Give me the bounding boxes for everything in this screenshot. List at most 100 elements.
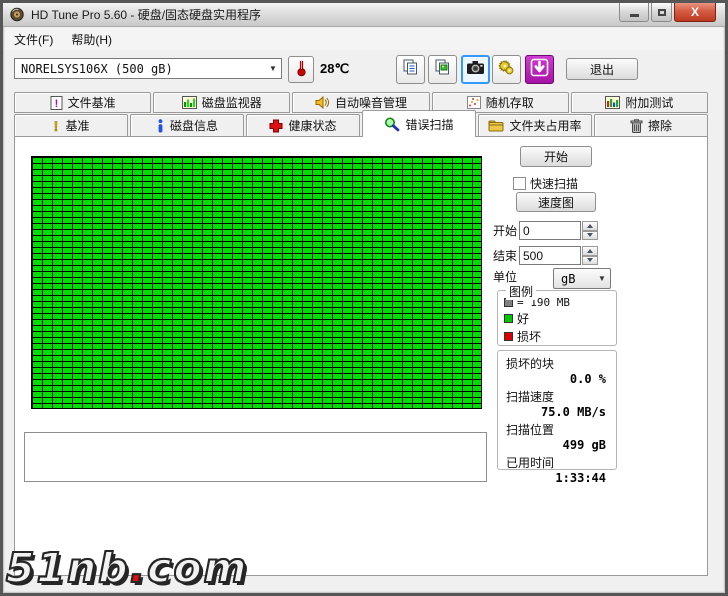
copy-image-icon <box>434 59 451 81</box>
thermometer-icon <box>296 58 307 82</box>
close-button[interactable]: X <box>674 3 716 22</box>
legend-item-good: 好 <box>498 309 616 327</box>
tab-label: 自动噪音管理 <box>335 94 407 111</box>
title-bar[interactable]: HD Tune Pro 5.60 - 硬盘/固态硬盘实用程序 X <box>3 3 725 27</box>
save-button[interactable] <box>525 55 554 84</box>
erase-trash-icon <box>630 119 643 133</box>
maximize-icon <box>658 9 666 16</box>
benchmark-icon: ! <box>52 119 60 133</box>
app-icon <box>9 7 25 22</box>
folder-usage-icon <box>488 119 504 132</box>
start-spin-up-button[interactable] <box>582 221 598 231</box>
error-scan-page: 开始 快速扫描 速度图 开始 结束 <box>14 136 708 576</box>
drive-select[interactable]: NORELSYS106X (500 gB) ▼ <box>14 58 282 79</box>
quick-scan-checkbox[interactable] <box>513 177 526 190</box>
unit-select[interactable]: gB ▼ <box>553 268 611 289</box>
tab-label: 擦除 <box>648 117 672 134</box>
save-download-icon <box>530 58 549 82</box>
tab-erase[interactable]: 擦除 <box>594 114 708 137</box>
extra-tests-icon <box>605 96 620 109</box>
scan-speed-value: 75.0 MB/s <box>498 405 616 419</box>
window-title: HD Tune Pro 5.60 - 硬盘/固态硬盘实用程序 <box>31 6 261 23</box>
tab-label: 文件基准 <box>68 94 116 111</box>
scan-block-map <box>31 156 482 409</box>
tab-disk-monitor[interactable]: 磁盘监视器 <box>153 92 290 113</box>
speed-map-button[interactable]: 速度图 <box>516 192 596 212</box>
tab-disk-info[interactable]: 磁盘信息 <box>130 114 244 137</box>
file-benchmark-icon: ! <box>50 96 63 110</box>
camera-icon <box>466 60 485 80</box>
tab-benchmark[interactable]: ! 基准 <box>14 114 128 137</box>
chevron-down-icon: ▼ <box>265 64 281 73</box>
legend-title: 图例 <box>506 283 536 300</box>
copy-text-icon <box>402 59 419 81</box>
spin-up-icon <box>587 224 593 228</box>
maximize-button[interactable] <box>651 3 672 22</box>
damaged-blocks-value: 0.0 % <box>498 372 616 386</box>
tab-row-2: ! 基准 磁盘信息 健康状态 错误扫描 文件夹占用率 擦除 <box>14 114 708 137</box>
chevron-down-icon: ▼ <box>594 274 610 283</box>
tab-folder-usage[interactable]: 文件夹占用率 <box>478 114 592 137</box>
start-position-input[interactable] <box>519 221 581 240</box>
damaged-swatch <box>504 332 513 341</box>
minimize-button[interactable] <box>619 3 649 22</box>
health-cross-icon <box>269 119 283 133</box>
scan-stats-group: 损坏的块 0.0 % 扫描速度 75.0 MB/s 扫描位置 499 gB 已用… <box>497 350 617 470</box>
watermark-dot: . <box>130 544 148 592</box>
tab-label: 磁盘信息 <box>170 117 218 134</box>
random-access-icon <box>467 96 481 109</box>
legend-group: 图例 = 190 MB 好 损坏 <box>497 290 617 346</box>
unit-select-value: gB <box>554 272 594 286</box>
disk-info-icon <box>156 119 165 133</box>
menu-file[interactable]: 文件(F) <box>5 28 62 51</box>
end-position-input[interactable] <box>519 246 581 265</box>
damaged-blocks-label: 损坏的块 <box>498 355 616 372</box>
start-position-label: 开始 <box>493 222 519 239</box>
options-button[interactable] <box>492 55 521 84</box>
tab-row-1: ! 文件基准 磁盘监视器 自动噪音管理 随机存取 附加测试 <box>14 92 708 113</box>
quick-scan-label: 快速扫描 <box>530 175 578 192</box>
tab-error-scan[interactable]: 错误扫描 <box>362 110 476 137</box>
svg-text:!: ! <box>54 98 58 110</box>
tab-label: 基准 <box>65 117 89 134</box>
spin-down-icon <box>587 233 593 237</box>
end-spin-down-button[interactable] <box>582 256 598 266</box>
start-scan-button[interactable]: 开始 <box>520 146 592 167</box>
good-swatch <box>504 314 513 323</box>
app-window: HD Tune Pro 5.60 - 硬盘/固态硬盘实用程序 X 文件(F) 帮… <box>0 0 728 596</box>
screenshot-button[interactable] <box>461 55 490 84</box>
disk-monitor-icon <box>182 96 197 109</box>
minimize-icon <box>630 14 639 17</box>
copy-image-button[interactable] <box>428 55 457 84</box>
options-gears-icon <box>498 59 515 81</box>
spin-down-icon <box>587 258 593 262</box>
exit-button-label: 退出 <box>590 61 614 78</box>
legend-item-label: 损坏 <box>517 328 541 345</box>
spin-up-icon <box>587 249 593 253</box>
elapsed-time-value: 1:33:44 <box>498 471 616 485</box>
legend-item-label: 好 <box>517 310 529 327</box>
legend-item-damaged: 损坏 <box>498 327 616 345</box>
drive-select-value: NORELSYS106X (500 gB) <box>15 62 265 76</box>
tab-extra-tests[interactable]: 附加测试 <box>571 92 708 113</box>
scan-speed-label: 扫描速度 <box>498 388 616 405</box>
watermark: 51nb.com <box>6 544 248 592</box>
exit-button[interactable]: 退出 <box>566 58 638 80</box>
start-spin-down-button[interactable] <box>582 231 598 241</box>
menu-help[interactable]: 帮助(H) <box>62 28 121 51</box>
menu-bar: 文件(F) 帮助(H) <box>5 28 723 50</box>
scan-position-label: 扫描位置 <box>498 421 616 438</box>
end-position-label: 结束 <box>493 247 519 264</box>
end-spin-up-button[interactable] <box>582 246 598 256</box>
temperature-value: 28℃ <box>320 61 349 77</box>
tab-label: 随机存取 <box>486 94 534 111</box>
tab-label: 健康状态 <box>288 117 336 134</box>
error-scan-icon <box>384 117 400 132</box>
tab-health[interactable]: 健康状态 <box>246 114 360 137</box>
copy-text-button[interactable] <box>396 55 425 84</box>
scan-position-value: 499 gB <box>498 438 616 452</box>
speaker-icon <box>315 96 330 109</box>
temperature-button[interactable] <box>288 56 314 83</box>
tab-file-benchmark[interactable]: ! 文件基准 <box>14 92 151 113</box>
speed-map-label: 速度图 <box>538 194 574 211</box>
